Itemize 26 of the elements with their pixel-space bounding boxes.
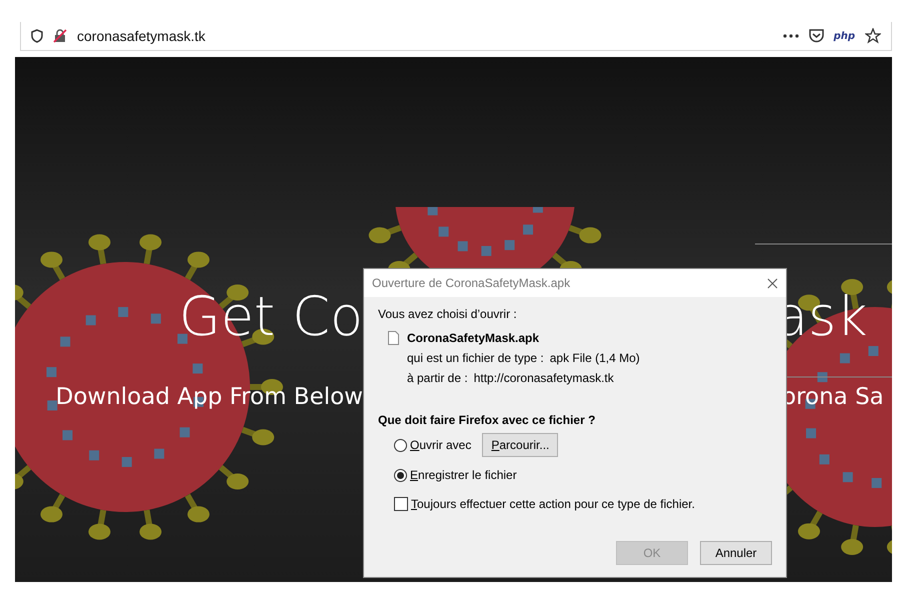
php-extension-label[interactable]: php — [834, 30, 855, 42]
radio-button[interactable] — [394, 468, 407, 482]
crossed-lock-icon[interactable] — [53, 29, 67, 43]
option-label[interactable]: Enregistrer le fichier — [410, 468, 517, 482]
checkbox-label[interactable]: Toujours effectuer cette action pour ce type de fichier. — [411, 497, 695, 511]
dialog-button[interactable]: Annuler — [700, 541, 772, 565]
intro-text: Vous avez choisi d’ouvrir : — [378, 307, 518, 321]
detail-value: apk File (1,4 Mo) — [550, 351, 640, 365]
more-icon[interactable] — [782, 34, 799, 38]
star-icon[interactable] — [865, 28, 881, 44]
shield-icon[interactable] — [31, 29, 43, 43]
checkbox[interactable] — [394, 497, 408, 511]
question-text: Que doit faire Firefox avec ce fichier ? — [378, 413, 596, 427]
browse-button[interactable]: Parcourir... — [482, 433, 558, 457]
dialog-title: Ouverture de CoronaSafetyMask.apk — [372, 276, 570, 290]
detail-label: à partir de : — [407, 371, 468, 385]
detail-value: http://coronasafetymask.tk — [474, 371, 614, 385]
radio-button[interactable] — [394, 438, 407, 452]
url-text[interactable]: coronasafetymask.tk — [77, 28, 773, 44]
file-icon — [388, 331, 399, 345]
detail-label: qui est un fichier de type : — [407, 351, 544, 365]
option-label[interactable]: Ouvrir avec — [410, 438, 472, 452]
close-icon[interactable] — [767, 278, 778, 288]
pocket-icon[interactable] — [808, 29, 824, 43]
file-name: CoronaSafetyMask.apk — [407, 331, 540, 345]
address-bar[interactable]: coronasafetymask.tk php — [20, 22, 892, 51]
